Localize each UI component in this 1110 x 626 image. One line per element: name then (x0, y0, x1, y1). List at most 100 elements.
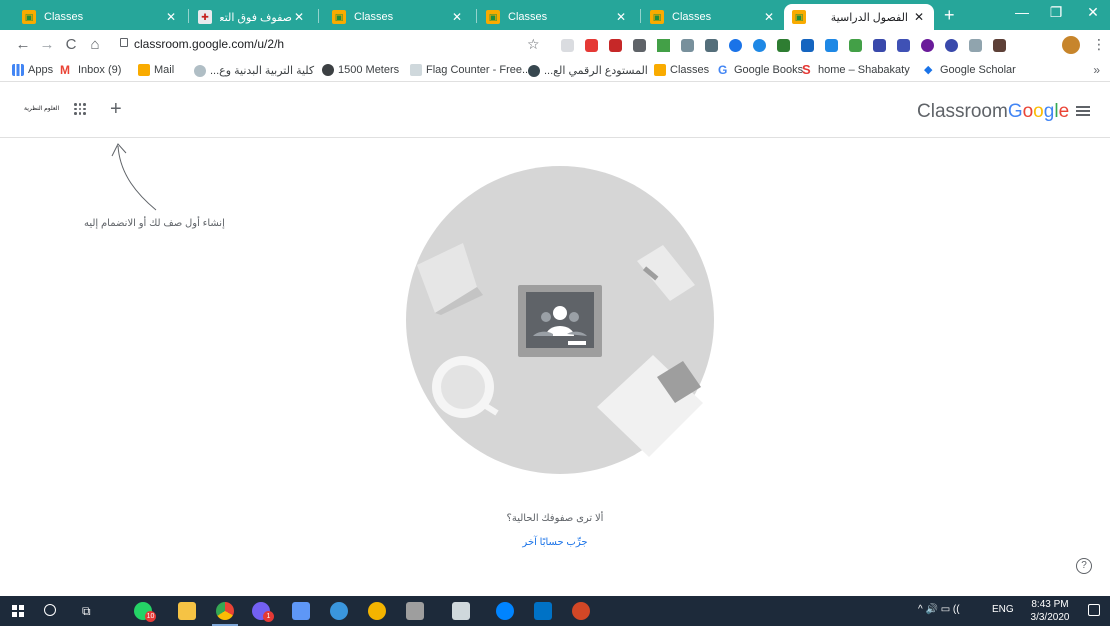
restore-button[interactable]: ❐ (1041, 4, 1071, 21)
close-tab-icon[interactable]: ✕ (292, 10, 306, 24)
close-tab-icon[interactable]: ✕ (912, 10, 926, 24)
forward-button[interactable]: → (38, 36, 56, 53)
bookmark-google-scholar[interactable]: ◆ Google Scholar (924, 64, 1016, 76)
switch-account-link[interactable]: جرِّب حسابًا آخر (0, 537, 1110, 548)
flag-counter-icon (410, 64, 422, 76)
tab-active-classes-ar[interactable]: ▣ الفصول الدراسية ✕ (784, 4, 934, 30)
brand-letter: e (1058, 101, 1070, 122)
globe-icon (322, 64, 334, 76)
bookmark-repository[interactable]: المستودع الرقمي الع... (528, 64, 648, 77)
edge-icon[interactable] (330, 602, 348, 620)
extension-v-icon[interactable] (873, 39, 886, 52)
paint-icon[interactable] (368, 602, 386, 620)
chrome-icon[interactable] (216, 602, 234, 620)
brand-letter: o (1033, 101, 1044, 122)
bookmark-label: كلية التربية البدنية وع... (210, 65, 315, 77)
back-button[interactable]: ← (14, 36, 32, 53)
extension-book-icon[interactable] (897, 39, 910, 52)
bookmark-apps[interactable]: Apps (12, 64, 53, 76)
task-view-icon[interactable]: ⧉ (82, 604, 91, 619)
brand-letter: o (1022, 101, 1034, 122)
extension-g-icon[interactable] (729, 39, 742, 52)
url-text: classroom.google.com/u/2/h (134, 37, 285, 51)
bookmark-inbox[interactable]: M Inbox (9) (60, 64, 121, 76)
extension-check-icon[interactable] (657, 39, 670, 52)
tab-sofof[interactable]: ✚ صفوف فوق التعليمية ... ✕ (190, 4, 314, 30)
tab-classes-4[interactable]: ▣ Classes ✕ (642, 4, 784, 30)
bookmark-label: home – Shabakaty (818, 64, 910, 76)
google-apps-icon[interactable] (74, 103, 86, 115)
action-center-icon[interactable] (1088, 604, 1100, 616)
system-tray-icons[interactable]: ^ 🔊 ▭ (( (918, 604, 960, 615)
close-window-button[interactable]: ✕ (1078, 4, 1108, 21)
extension-record-icon[interactable] (921, 39, 934, 52)
extension-camera-icon[interactable] (705, 39, 718, 52)
extension-green-icon[interactable] (849, 39, 862, 52)
bookmark-google-books[interactable]: G Google Books (718, 64, 803, 76)
extension-red-icon[interactable] (585, 39, 598, 52)
bookmark-1500-meters[interactable]: 1500 Meters (322, 64, 399, 76)
scholar-icon: ◆ (924, 64, 933, 76)
main-menu-icon[interactable] (1076, 106, 1090, 116)
tab-classes-1[interactable]: ▣ Classes ✕ (14, 4, 186, 30)
outlook-icon[interactable] (534, 602, 552, 620)
snipping-icon[interactable] (406, 602, 424, 620)
file-explorer-icon[interactable] (178, 602, 196, 620)
windows-start-icon[interactable] (12, 605, 24, 617)
create-or-join-class-button[interactable]: + (110, 99, 122, 119)
chrome-menu-icon[interactable]: ⋮ (1092, 36, 1106, 53)
bookmark-mail[interactable]: Mail (138, 64, 174, 76)
extension-square-icon[interactable] (801, 39, 814, 52)
extension-download-icon[interactable] (777, 39, 790, 52)
close-tab-icon[interactable]: ✕ (164, 10, 178, 24)
reload-button[interactable]: C (62, 36, 80, 53)
tab-classes-2[interactable]: ▣ Classes ✕ (324, 4, 472, 30)
extension-doc-icon[interactable] (561, 39, 574, 52)
bookmark-star-icon[interactable]: ☆ (527, 36, 540, 53)
extension-search-icon[interactable] (681, 39, 694, 52)
powerpoint-icon[interactable] (572, 602, 590, 620)
new-tab-button[interactable]: + (944, 6, 955, 24)
language-indicator[interactable]: ENG (992, 604, 1014, 615)
extension-puzzle-icon[interactable] (993, 39, 1006, 52)
help-icon[interactable]: ? (1076, 558, 1092, 574)
extension-shield-icon[interactable] (633, 39, 646, 52)
tab-title: الفصول الدراسية (830, 11, 908, 24)
classroom-logo[interactable]: ClassroomGoogle (917, 101, 1069, 123)
tab-separator (318, 9, 319, 23)
browser-tab-strip: ▣ Classes ✕ ✚ صفوف فوق التعليمية ... ✕ ▣… (0, 0, 1110, 30)
tab-separator (476, 9, 477, 23)
taskbar-clock[interactable]: 8:43 PM 3/3/2020 (1026, 598, 1074, 624)
notes-icon[interactable] (292, 602, 310, 620)
bookmark-label: Flag Counter - Free... (426, 64, 532, 76)
bookmark-classes[interactable]: Classes (654, 64, 709, 76)
extension-window-icon[interactable] (969, 39, 982, 52)
minimize-button[interactable]: — (1007, 4, 1037, 20)
tab-classes-3[interactable]: ▣ Classes ✕ (478, 4, 636, 30)
windows-taskbar: ⧉ 10 1 ^ 🔊 ▭ (( ENG 8:43 PM 3/3/2020 (0, 596, 1110, 626)
tab-title: Classes (672, 11, 712, 23)
bookmark-shabakaty[interactable]: S home – Shabakaty (802, 63, 910, 76)
repository-icon (528, 64, 540, 77)
address-bar[interactable]: classroom.google.com/u/2/h (112, 34, 556, 56)
extension-image-icon[interactable] (825, 39, 838, 52)
account-label[interactable]: العلوم النظرية (24, 105, 59, 112)
extension-pdf-icon[interactable] (609, 39, 622, 52)
tab-title: صفوف فوق التعليمية ... (220, 11, 292, 24)
extension-circle-icon[interactable] (753, 39, 766, 52)
bookmark-flag-counter[interactable]: Flag Counter - Free... (410, 64, 531, 76)
empty-state-question: ألا ترى صفوفك الحالية؟ (506, 513, 604, 524)
messenger-icon[interactable] (496, 602, 514, 620)
home-button[interactable]: ⌂ (86, 36, 104, 53)
browser-toolbar: ← → C ⌂ classroom.google.com/u/2/h ☆ ⋮ (0, 30, 1110, 60)
cortana-search-icon[interactable] (44, 604, 56, 616)
profile-avatar[interactable] (1062, 36, 1080, 54)
extension-s-icon[interactable] (945, 39, 958, 52)
calculator-icon[interactable] (452, 602, 470, 620)
close-tab-icon[interactable]: ✕ (614, 10, 628, 24)
close-tab-icon[interactable]: ✕ (450, 10, 464, 24)
close-tab-icon[interactable]: ✕ (762, 10, 776, 24)
bookmarks-overflow-button[interactable]: » (1093, 63, 1100, 77)
bookmark-college[interactable]: كلية التربية البدنية وع... (194, 64, 314, 77)
classroom-icon: ▣ (22, 10, 36, 24)
